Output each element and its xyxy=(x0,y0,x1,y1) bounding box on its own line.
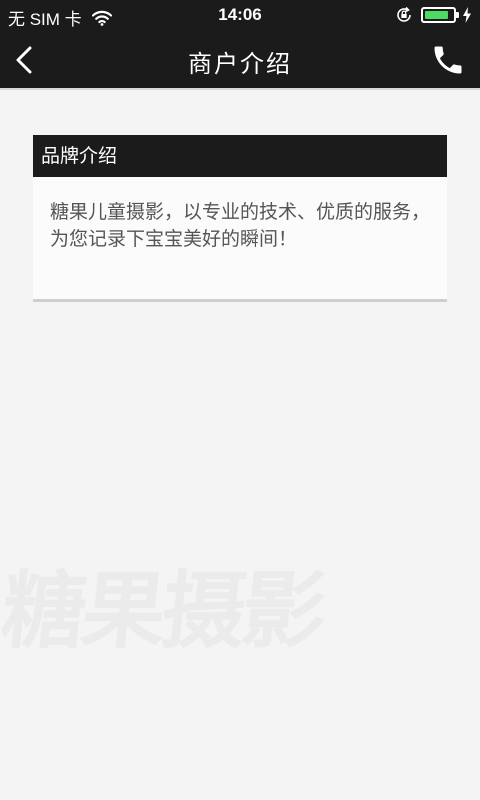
battery-body xyxy=(421,7,456,23)
rotation-lock-icon xyxy=(397,6,411,22)
brand-intro-header: 品牌介绍 xyxy=(33,135,447,177)
watermark-logo: 糖果摄影 xyxy=(0,566,328,656)
status-bar: 无 SIM 卡 14:06 xyxy=(0,0,480,30)
screen: 无 SIM 卡 14:06 商户介绍 品牌介绍 糖果儿童摄影，以专业的技术、优质… xyxy=(0,0,480,800)
brand-intro-card: 品牌介绍 糖果儿童摄影，以专业的技术、优质的服务，为您记录下宝宝美好的瞬间！ xyxy=(33,135,447,302)
charging-icon xyxy=(463,7,471,23)
call-button[interactable] xyxy=(430,42,466,78)
battery-icon xyxy=(421,7,459,23)
battery-fill xyxy=(425,11,448,19)
phone-icon xyxy=(434,46,462,74)
page-title: 商户介绍 xyxy=(188,50,292,78)
nav-bar: 商户介绍 xyxy=(0,30,480,90)
brand-intro-text: 糖果儿童摄影，以专业的技术、优质的服务，为您记录下宝宝美好的瞬间！ xyxy=(50,201,431,250)
status-bar-right xyxy=(395,6,472,24)
battery-tip xyxy=(456,12,459,18)
